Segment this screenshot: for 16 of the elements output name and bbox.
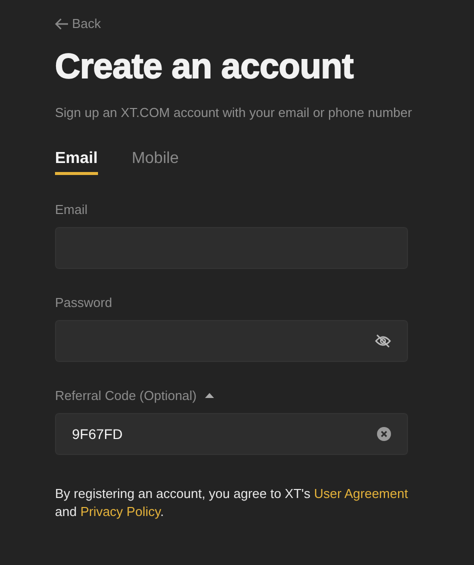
page-title: Create an account	[55, 47, 354, 87]
agreement-text: By registering an account, you agree to XT's User Agreement and Privacy Policy.	[55, 485, 408, 521]
back-button[interactable]: Back	[55, 16, 101, 31]
back-arrow-icon	[55, 18, 69, 30]
tab[interactable]: Email	[55, 150, 98, 175]
password-field[interactable]	[55, 320, 408, 362]
referral-code-field[interactable]: 9F67FD	[55, 413, 408, 455]
field-label: Email	[55, 202, 88, 217]
caret-icon[interactable]	[204, 393, 214, 398]
field-label: Password	[55, 295, 112, 310]
tab[interactable]: Mobile	[132, 150, 179, 175]
agreement-link[interactable]: User Agreement	[314, 486, 408, 501]
field-label: Referral Code (Optional)	[55, 388, 197, 403]
agreement-link[interactable]: Privacy Policy	[80, 504, 160, 519]
clear-icon[interactable]	[377, 427, 391, 441]
eye-slash-icon[interactable]	[375, 334, 391, 348]
